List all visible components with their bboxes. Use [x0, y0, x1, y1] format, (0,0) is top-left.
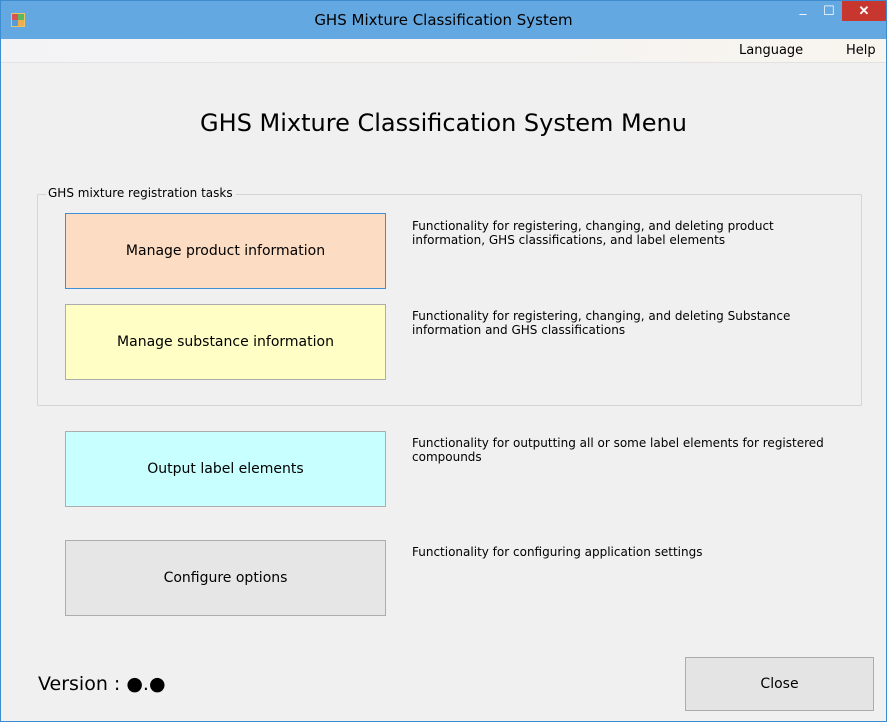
menu-language[interactable]: Language	[739, 43, 803, 58]
configure-options-button[interactable]: Configure options	[65, 540, 386, 616]
menu-bar: Language Help	[1, 39, 886, 63]
close-button[interactable]: Close	[685, 657, 874, 711]
configure-options-description: Functionality for configuring applicatio…	[412, 545, 703, 559]
manage-product-description: Functionality for registering, changing,…	[412, 219, 774, 247]
window-title: GHS Mixture Classification System	[314, 11, 573, 29]
manage-substance-button[interactable]: Manage substance information	[65, 304, 386, 380]
page-title: GHS Mixture Classification System Menu	[200, 109, 687, 137]
output-label-elements-button[interactable]: Output label elements	[65, 431, 386, 507]
minimize-button[interactable]: ‒	[790, 4, 816, 24]
menu-help[interactable]: Help	[846, 43, 876, 58]
manage-product-button[interactable]: Manage product information	[65, 213, 386, 289]
app-window: GHS Mixture Classification System ‒ ☐ ✕ …	[0, 0, 887, 722]
output-label-elements-description: Functionality for outputting all or some…	[412, 436, 824, 464]
registration-group-label: GHS mixture registration tasks	[46, 186, 236, 200]
title-bar[interactable]: GHS Mixture Classification System ‒ ☐ ✕	[1, 1, 886, 39]
window-close-button[interactable]: ✕	[842, 1, 886, 21]
maximize-button[interactable]: ☐	[816, 1, 842, 21]
version-label: Version : ●.●	[38, 673, 166, 695]
manage-substance-description: Functionality for registering, changing,…	[412, 309, 791, 337]
